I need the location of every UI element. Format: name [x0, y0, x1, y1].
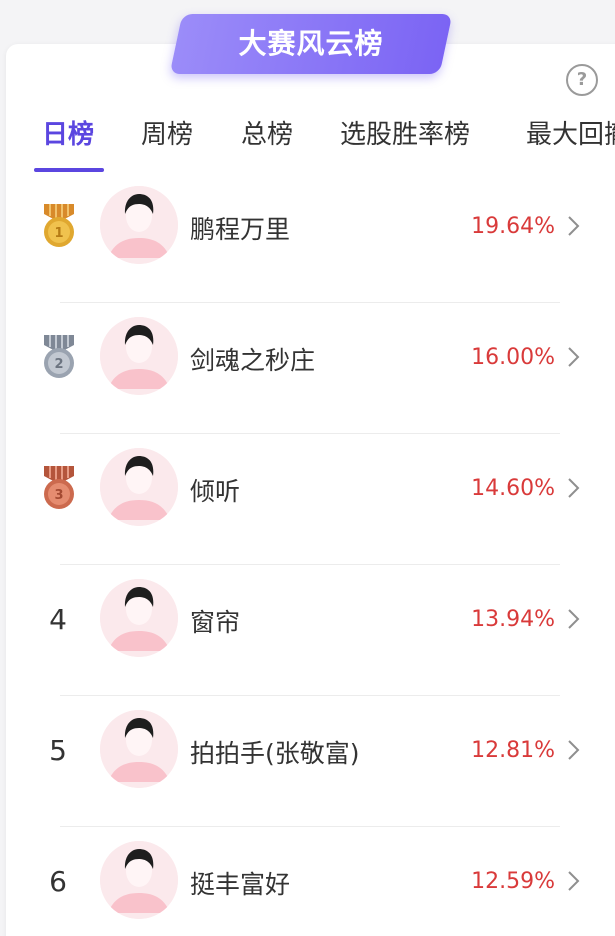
user-name: 窗帘 — [190, 608, 241, 637]
gold-medal-icon: 1 — [44, 204, 74, 247]
medal-rank-label: 3 — [54, 488, 63, 503]
chevron-right-icon[interactable] — [566, 345, 582, 369]
tab-win-rate[interactable]: 选股胜率榜 — [340, 110, 470, 160]
avatar — [100, 579, 178, 657]
user-name: 挺丰富好 — [190, 870, 291, 899]
rank-number: 5 — [49, 734, 67, 767]
avatar — [100, 841, 178, 919]
user-name: 鹏程万里 — [190, 215, 291, 244]
silver-medal-icon: 2 — [44, 335, 74, 378]
tab-weekly[interactable]: 周榜 — [141, 110, 193, 160]
chevron-right-icon[interactable] — [566, 214, 582, 238]
ranking-list: 1 鹏程万里 19.64% 2 剑魂之秒庄 16.00% 3 倾听 14.60%… — [0, 172, 615, 936]
tab-max-drawdown[interactable]: 最大回撤榜 — [526, 110, 615, 160]
return-rate: 19.64% — [471, 214, 555, 239]
return-rate: 13.94% — [471, 607, 555, 632]
rank-number: 6 — [49, 865, 67, 898]
avatar — [100, 448, 178, 526]
chevron-right-icon[interactable] — [566, 476, 582, 500]
tab-bar: 日榜 周榜 总榜 选股胜率榜 最大回撤榜 — [0, 110, 615, 172]
ranking-row[interactable]: 4 窗帘 13.94% — [0, 565, 615, 696]
return-rate: 12.81% — [471, 738, 555, 763]
return-rate: 14.60% — [471, 476, 555, 501]
active-tab-indicator — [34, 168, 104, 172]
avatar — [100, 186, 178, 264]
avatar — [100, 710, 178, 788]
bronze-medal-icon: 3 — [44, 466, 74, 509]
medal-rank-label: 2 — [54, 357, 63, 372]
ranking-row[interactable]: 5 拍拍手(张敬富) 12.81% — [0, 696, 615, 827]
medal-rank-label: 1 — [54, 226, 63, 241]
ranking-row[interactable]: 6 挺丰富好 12.59% — [0, 827, 615, 936]
leaderboard-page: 大赛风云榜 ? 日榜 周榜 总榜 选股胜率榜 最大回撤榜 1 鹏程万里 — [0, 0, 615, 936]
user-name: 剑魂之秒庄 — [190, 346, 316, 375]
ranking-row[interactable]: 3 倾听 14.60% — [0, 434, 615, 565]
question-circle-icon[interactable]: ? — [566, 64, 598, 96]
chevron-right-icon[interactable] — [566, 869, 582, 893]
user-name: 倾听 — [190, 477, 241, 506]
chevron-right-icon[interactable] — [566, 607, 582, 631]
tab-daily[interactable]: 日榜 — [42, 110, 94, 160]
chevron-right-icon[interactable] — [566, 738, 582, 762]
tab-overall[interactable]: 总榜 — [241, 110, 293, 160]
ranking-row[interactable]: 1 鹏程万里 19.64% — [0, 172, 615, 303]
avatar — [100, 317, 178, 395]
page-title: 大赛风云榜 — [238, 27, 384, 60]
rank-number: 4 — [49, 603, 67, 636]
user-name: 拍拍手(张敬富) — [190, 739, 360, 768]
return-rate: 16.00% — [471, 345, 555, 370]
ranking-row[interactable]: 2 剑魂之秒庄 16.00% — [0, 303, 615, 434]
return-rate: 12.59% — [471, 869, 555, 894]
